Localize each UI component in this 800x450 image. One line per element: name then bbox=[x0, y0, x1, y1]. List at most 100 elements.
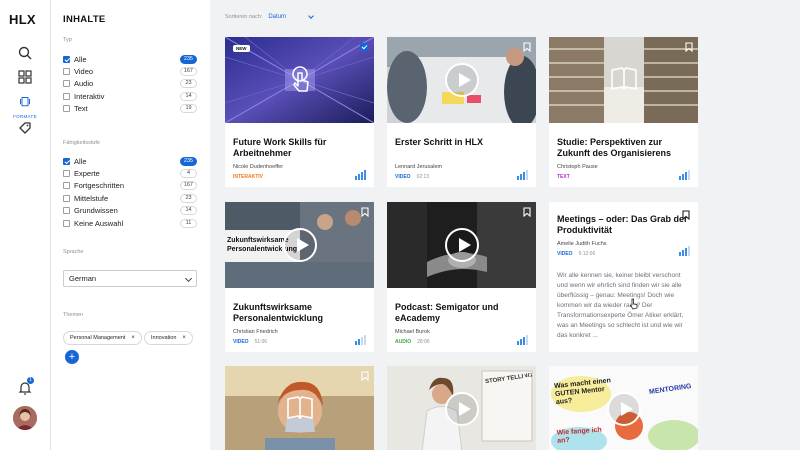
card-thumbnail: STORY TELLING bbox=[387, 366, 536, 450]
level-filter-count: 4 bbox=[180, 168, 197, 178]
type-checkbox[interactable] bbox=[63, 105, 70, 113]
content-card[interactable]: Was macht einen GUTEN Mentor aus? MENTOR… bbox=[549, 366, 698, 450]
level-checkbox[interactable] bbox=[63, 194, 70, 202]
card-type: AUDIO bbox=[395, 339, 412, 345]
add-topic-button[interactable]: + bbox=[65, 350, 79, 364]
language-heading: Sprache bbox=[63, 249, 84, 255]
level-checkbox[interactable] bbox=[63, 169, 70, 177]
level-filter-label: Keine Auswahl bbox=[74, 218, 124, 228]
checkbox-icon[interactable] bbox=[360, 43, 368, 51]
type-filter-row[interactable]: Interaktiv 14 bbox=[63, 90, 197, 102]
card-duration: 02:13 bbox=[416, 174, 430, 180]
language-select-value: German bbox=[69, 274, 97, 283]
level-filter-label: Fortgeschritten bbox=[74, 181, 125, 191]
level-filter-row[interactable]: Alle 235 bbox=[63, 155, 197, 167]
card-thumbnail bbox=[387, 37, 536, 123]
card-title[interactable]: Meetings – oder: Das Grab der Produktivi… bbox=[557, 214, 689, 236]
level-filter-label: Experte bbox=[74, 168, 100, 178]
content-card[interactable]: Zukunftswirksame Personalentwick ung Zuk… bbox=[225, 202, 374, 352]
bookmark-icon[interactable] bbox=[523, 42, 531, 52]
topic-tag[interactable]: Personal Management × bbox=[63, 331, 142, 345]
level-bars-icon bbox=[679, 246, 691, 256]
bookmark-icon[interactable] bbox=[361, 207, 369, 217]
topic-tag-label: Personal Management bbox=[70, 335, 126, 341]
topic-tag[interactable]: Innovation × bbox=[144, 331, 193, 345]
level-filter-row[interactable]: Mittelstufe 23 bbox=[63, 192, 197, 204]
type-filter-label: Video bbox=[74, 66, 94, 76]
type-filter-count: 167 bbox=[179, 66, 197, 76]
content-card[interactable]: STORY TELLING bbox=[387, 366, 536, 450]
content-card[interactable]: Podcast: Semigator und eAcademy Michael … bbox=[387, 202, 536, 352]
play-icon[interactable] bbox=[283, 228, 317, 262]
language-select[interactable]: German bbox=[63, 270, 197, 287]
type-filter-row[interactable]: Alle 235 bbox=[63, 53, 197, 65]
tag-icon[interactable] bbox=[17, 120, 33, 136]
level-checkbox[interactable] bbox=[63, 182, 70, 190]
content-card[interactable]: Studie: Perspektiven zur Zukunft des Org… bbox=[549, 37, 698, 187]
level-filter-label: Alle bbox=[74, 156, 87, 166]
type-filter-row[interactable]: Audio 23 bbox=[63, 78, 197, 90]
level-filter-row[interactable]: Keine Auswahl 11 bbox=[63, 217, 197, 229]
sort-select[interactable]: Datum bbox=[268, 13, 315, 20]
play-icon[interactable] bbox=[445, 228, 479, 262]
app-root: HLX FORMATE 1 INHALTE Typ Alle 235 Video 16… bbox=[0, 0, 800, 450]
type-checkbox[interactable] bbox=[63, 67, 70, 75]
level-filter-row[interactable]: Fortgeschritten 167 bbox=[63, 180, 197, 192]
card-meta: INTERAKTIV bbox=[233, 174, 263, 180]
level-checkbox[interactable] bbox=[63, 207, 70, 215]
book-icon bbox=[287, 396, 313, 419]
type-checkbox[interactable] bbox=[63, 92, 70, 100]
level-filter-row[interactable]: Grundwissen 14 bbox=[63, 205, 197, 217]
grid-icon[interactable] bbox=[17, 69, 33, 85]
level-filter-row[interactable]: Experte 4 bbox=[63, 167, 197, 179]
card-thumbnail bbox=[387, 202, 536, 288]
type-filter-label: Text bbox=[74, 104, 88, 114]
nav-formats[interactable]: FORMATE bbox=[8, 95, 42, 119]
content-card[interactable]: Meetings – oder: Das Grab der Produktivi… bbox=[549, 202, 698, 352]
avatar[interactable] bbox=[13, 406, 37, 430]
card-author: Amelie Judith Fuchs bbox=[557, 241, 607, 247]
play-icon[interactable] bbox=[445, 392, 479, 426]
chevron-down-icon bbox=[184, 274, 193, 283]
bookmark-icon[interactable] bbox=[523, 371, 531, 381]
bookmark-icon[interactable] bbox=[685, 371, 693, 381]
card-title[interactable]: Podcast: Semigator und eAcademy bbox=[395, 302, 527, 324]
level-bars-icon bbox=[355, 170, 367, 180]
bookmark-icon[interactable] bbox=[523, 207, 531, 217]
type-filter-row[interactable]: Video 167 bbox=[63, 65, 197, 77]
card-title[interactable]: Zukunftswirksame Personalentwicklung bbox=[233, 302, 365, 324]
level-bars-icon bbox=[679, 170, 691, 180]
touch-icon bbox=[292, 66, 309, 92]
level-filter-label: Grundwissen bbox=[74, 206, 118, 216]
card-title[interactable]: Future Work Skills für Arbeitnehmer bbox=[233, 137, 365, 159]
chevron-down-icon bbox=[308, 13, 315, 19]
level-checkbox[interactable] bbox=[63, 219, 70, 227]
play-icon[interactable] bbox=[445, 63, 479, 97]
type-filter-row[interactable]: Text 19 bbox=[63, 103, 197, 115]
type-filter-label: Alle bbox=[74, 54, 87, 64]
type-checkbox[interactable] bbox=[63, 55, 70, 63]
close-icon[interactable]: × bbox=[131, 335, 135, 341]
search-icon[interactable] bbox=[17, 45, 33, 61]
bookmark-icon[interactable] bbox=[361, 371, 369, 381]
card-title[interactable]: Studie: Perspektiven zur Zukunft des Org… bbox=[557, 137, 689, 159]
card-meta: VIDEO 5:12:06 bbox=[557, 251, 595, 257]
type-checkbox[interactable] bbox=[63, 80, 70, 88]
play-icon[interactable] bbox=[607, 392, 641, 426]
content-card[interactable]: Erster Schritt in HLX Lennard Jerusalem … bbox=[387, 37, 536, 187]
app-logo[interactable]: HLX bbox=[9, 12, 36, 27]
content-card[interactable] bbox=[225, 366, 374, 450]
level-checkbox[interactable] bbox=[63, 157, 70, 165]
card-title[interactable]: Erster Schritt in HLX bbox=[395, 137, 527, 148]
panel-title: INHALTE bbox=[63, 14, 106, 25]
content-card[interactable]: NEW Future Work Skills für Arbeitnehmer … bbox=[225, 37, 374, 187]
card-type: INTERAKTIV bbox=[233, 174, 263, 180]
hand-cursor-icon bbox=[629, 298, 638, 310]
card-author: Nicole Dudenhoeffer bbox=[233, 164, 284, 170]
level-heading: Fähigkeitsstufe bbox=[63, 140, 100, 146]
bookmark-icon[interactable] bbox=[685, 42, 693, 52]
level-bars-icon bbox=[517, 335, 529, 345]
close-icon[interactable]: × bbox=[182, 335, 186, 341]
bookmark-icon[interactable] bbox=[682, 210, 690, 220]
level-filter-count: 11 bbox=[180, 218, 197, 228]
